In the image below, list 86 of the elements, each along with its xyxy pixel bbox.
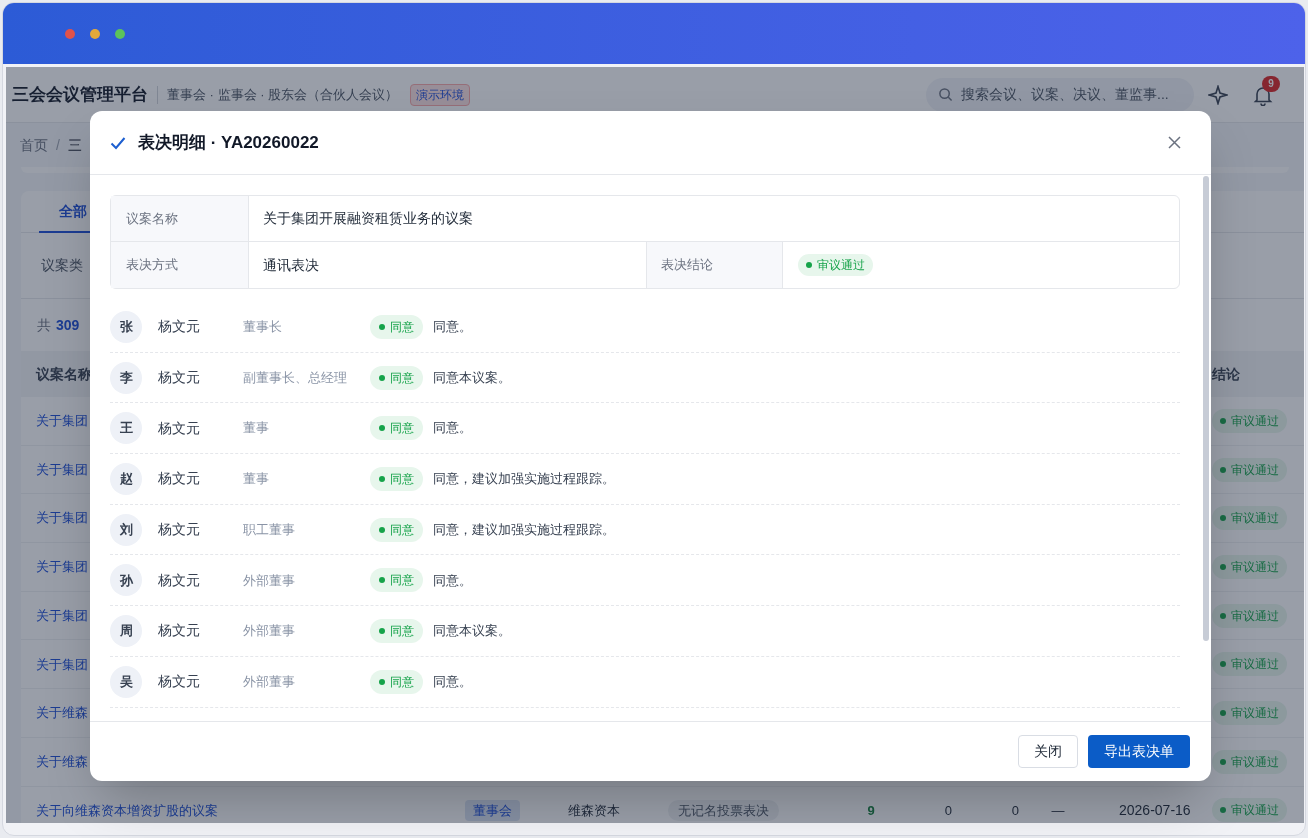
avatar: 张 <box>110 310 142 343</box>
table-cell-text: 2026-07-16 <box>1119 800 1191 820</box>
status-badge: 审议通过 <box>798 254 873 276</box>
table-cell-text: 0 <box>943 801 953 820</box>
status-badge: 审议通过 <box>1212 798 1287 823</box>
table-cell-text: 0 <box>1010 801 1020 820</box>
member-name: 杨文元 <box>158 621 201 641</box>
member-role: 董事 <box>243 419 270 438</box>
total-count: 309 <box>56 315 80 335</box>
search-field[interactable]: 搜索会议、议案、决议、董监事... <box>926 77 1194 112</box>
status-badge: 审议通过 <box>1212 408 1287 433</box>
member-role: 职工董事 <box>243 520 296 539</box>
status-badge: 审议通过 <box>1212 554 1287 579</box>
vote-comment: 同意本议案。 <box>433 368 511 387</box>
status-badge: 审议通过 <box>1212 506 1287 531</box>
member-name: 杨文元 <box>158 418 201 438</box>
window-control[interactable] <box>90 28 100 39</box>
vote-comment: 同意。 <box>433 419 472 438</box>
vote-badge: 同意 <box>370 669 423 694</box>
tag: 董事会 <box>465 799 520 821</box>
vote-comment: 同意，建议加强实施过程跟踪。 <box>433 470 615 489</box>
scrollbar[interactable] <box>1203 176 1209 641</box>
avatar: 李 <box>110 361 142 394</box>
vote-comment: 同意本议案。 <box>433 622 511 641</box>
sparkle-icon[interactable] <box>1208 84 1228 105</box>
export-button[interactable]: 导出表决单 <box>1088 735 1190 768</box>
member-name: 杨文元 <box>158 520 201 540</box>
info-label: 议案名称 <box>111 196 249 241</box>
table-cell-text: — <box>1050 801 1066 820</box>
vote-badge: 同意 <box>370 618 423 643</box>
avatar: 周 <box>110 614 142 647</box>
check-icon <box>110 135 126 150</box>
breadcrumb-link[interactable]: 三 <box>67 134 82 156</box>
member-name: 杨文元 <box>158 317 201 337</box>
avatar: 吴 <box>110 665 142 698</box>
vote-comment: 同意。 <box>433 571 472 590</box>
member-role: 董事长 <box>243 318 283 337</box>
filter-label: 议案类 <box>41 256 83 275</box>
dialog-title: 表决明细 · YA20260022 <box>138 131 319 154</box>
member-name: 杨文元 <box>158 469 201 489</box>
avatar: 王 <box>110 412 142 445</box>
member-role: 外部董事 <box>243 672 296 691</box>
table-cell-text: 维森资本 <box>568 801 621 820</box>
environment-badge: 演示环境 <box>410 83 471 106</box>
avatar: 孙 <box>110 564 142 597</box>
info-value: 关于集团开展融资租赁业务的议案 <box>262 209 474 228</box>
close-button[interactable]: 关闭 <box>1018 735 1078 768</box>
info-label: 表决结论 <box>647 242 783 288</box>
member-role: 外部董事 <box>243 622 296 641</box>
member-role: 副董事长、总经理 <box>243 368 348 387</box>
tag: 无记名投票表决 <box>668 799 779 821</box>
window-control[interactable] <box>115 28 125 39</box>
vote-badge: 同意 <box>370 416 423 441</box>
member-name: 杨文元 <box>158 368 201 388</box>
search-icon <box>938 87 953 102</box>
status-badge: 审议通过 <box>1212 457 1287 482</box>
vote-badge: 同意 <box>370 568 423 593</box>
status-badge: 审议通过 <box>1212 749 1287 774</box>
vote-badge: 同意 <box>370 466 423 491</box>
total-label: 共 <box>37 315 51 335</box>
column-header: 结论 <box>1212 364 1240 384</box>
status-badge: 审议通过 <box>1212 700 1287 725</box>
vote-badge: 同意 <box>370 517 423 542</box>
member-role: 董事 <box>243 470 270 489</box>
member-role: 外部董事 <box>243 571 296 590</box>
avatar: 刘 <box>110 513 142 546</box>
breadcrumb-link[interactable]: 首页 <box>20 134 48 156</box>
window-control[interactable] <box>65 28 75 39</box>
notification-badge: 9 <box>1262 75 1280 92</box>
vote-comment: 同意。 <box>433 672 472 691</box>
member-name: 杨文元 <box>158 672 201 692</box>
member-name: 杨文元 <box>158 570 201 590</box>
status-badge: 审议通过 <box>1212 652 1287 677</box>
breadcrumb-separator: / <box>56 135 60 155</box>
proposal-link[interactable]: 关于向维森资本增资扩股的议案 <box>36 800 465 821</box>
status-badge: 审议通过 <box>1212 603 1287 628</box>
table-cell-text: 9 <box>866 801 876 820</box>
info-label: 表决方式 <box>111 242 249 288</box>
avatar: 赵 <box>110 462 142 495</box>
vote-badge: 同意 <box>370 314 423 339</box>
close-icon[interactable] <box>1168 136 1181 149</box>
app-subtitle: 董事会 · 监事会 · 股东会（合伙人会议） <box>167 85 399 104</box>
vote-comment: 同意，建议加强实施过程跟踪。 <box>433 520 615 539</box>
vote-comment: 同意。 <box>433 318 472 337</box>
vote-badge: 同意 <box>370 365 423 390</box>
app-title: 三会会议管理平台 <box>12 83 148 106</box>
